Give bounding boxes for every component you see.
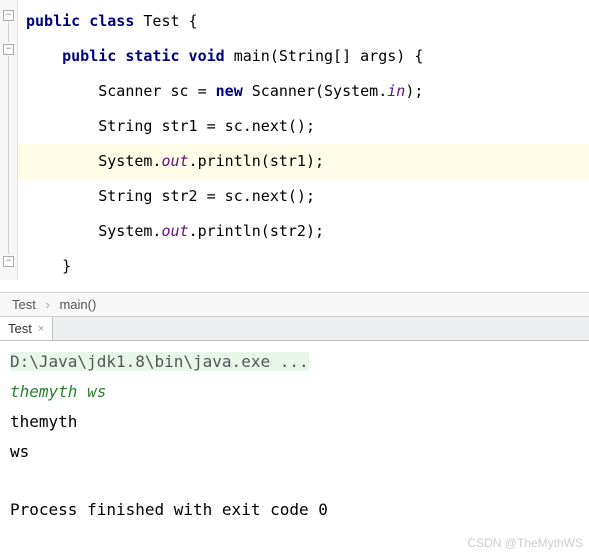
console-command: D:\Java\jdk1.8\bin\java.exe ... <box>10 352 309 371</box>
text: { <box>180 12 198 30</box>
code-line: public static void main(String[] args) { <box>0 39 589 74</box>
code-line: } <box>0 249 589 284</box>
text: System. <box>98 152 161 170</box>
text: .println(str1); <box>189 152 324 170</box>
breadcrumb-method[interactable]: main() <box>59 297 96 312</box>
code-line-highlighted: System.out.println(str1); <box>0 144 589 179</box>
fold-line <box>8 56 9 254</box>
editor-gutter: − − − <box>0 0 18 280</box>
code-line: Scanner sc = new Scanner(System.in); <box>0 74 589 109</box>
keyword: public class <box>26 12 143 30</box>
field-ref: out <box>161 222 188 240</box>
text: Scanner sc = <box>98 82 215 100</box>
console-exit-message: Process finished with exit code 0 <box>10 495 579 525</box>
field-ref: in <box>387 82 405 100</box>
code-line: String str2 = sc.next(); <box>0 179 589 214</box>
code-line: String str1 = sc.next(); <box>0 109 589 144</box>
keyword: public static void <box>62 47 234 65</box>
watermark: CSDN @TheMythWS <box>467 536 583 550</box>
code-editor[interactable]: public class Test { public static void m… <box>0 0 589 292</box>
text: } <box>62 257 71 275</box>
breadcrumb-class[interactable]: Test <box>12 297 36 312</box>
console-stdout: themyth <box>10 407 579 437</box>
chevron-right-icon: › <box>45 297 49 312</box>
fold-marker-icon[interactable]: − <box>3 44 14 55</box>
method-name: main <box>234 47 270 65</box>
text: ); <box>405 82 423 100</box>
code-line: public class Test { <box>0 4 589 39</box>
field-ref: out <box>161 152 188 170</box>
text: System. <box>98 222 161 240</box>
keyword: new <box>216 82 252 100</box>
console-tab-bar: Test × <box>0 317 589 341</box>
text: .println(str2); <box>189 222 324 240</box>
fold-marker-icon[interactable]: − <box>3 256 14 267</box>
fold-marker-icon[interactable]: − <box>3 10 14 21</box>
class-name: Test <box>143 12 179 30</box>
text: (String[] args) { <box>270 47 424 65</box>
console-stdout: ws <box>10 437 579 467</box>
console-tab[interactable]: Test × <box>0 317 53 340</box>
fold-line <box>8 22 9 42</box>
text: String str2 = sc.next(); <box>98 187 315 205</box>
console-output-panel[interactable]: D:\Java\jdk1.8\bin\java.exe ... themyth … <box>0 341 589 531</box>
tab-label: Test <box>8 321 32 336</box>
close-icon[interactable]: × <box>38 323 44 335</box>
console-command-line: D:\Java\jdk1.8\bin\java.exe ... <box>10 347 579 377</box>
text: Scanner(System. <box>252 82 387 100</box>
text: String str1 = sc.next(); <box>98 117 315 135</box>
console-user-input: themyth ws <box>10 377 579 407</box>
code-line: System.out.println(str2); <box>0 214 589 249</box>
breadcrumb[interactable]: Test › main() <box>0 292 589 317</box>
